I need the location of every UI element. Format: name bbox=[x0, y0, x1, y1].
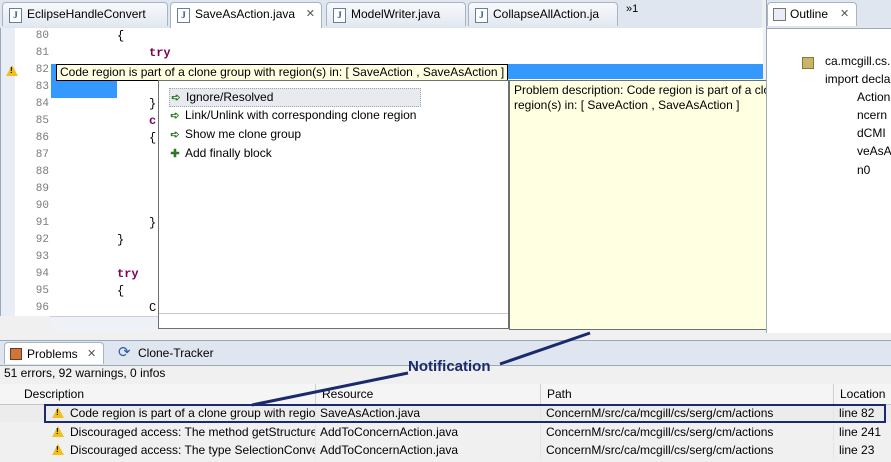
notification-label: Notification bbox=[408, 358, 491, 375]
notification-arrow-up bbox=[499, 331, 591, 366]
notification-arrows bbox=[251, 331, 591, 407]
notification-arrow-down bbox=[251, 371, 409, 407]
